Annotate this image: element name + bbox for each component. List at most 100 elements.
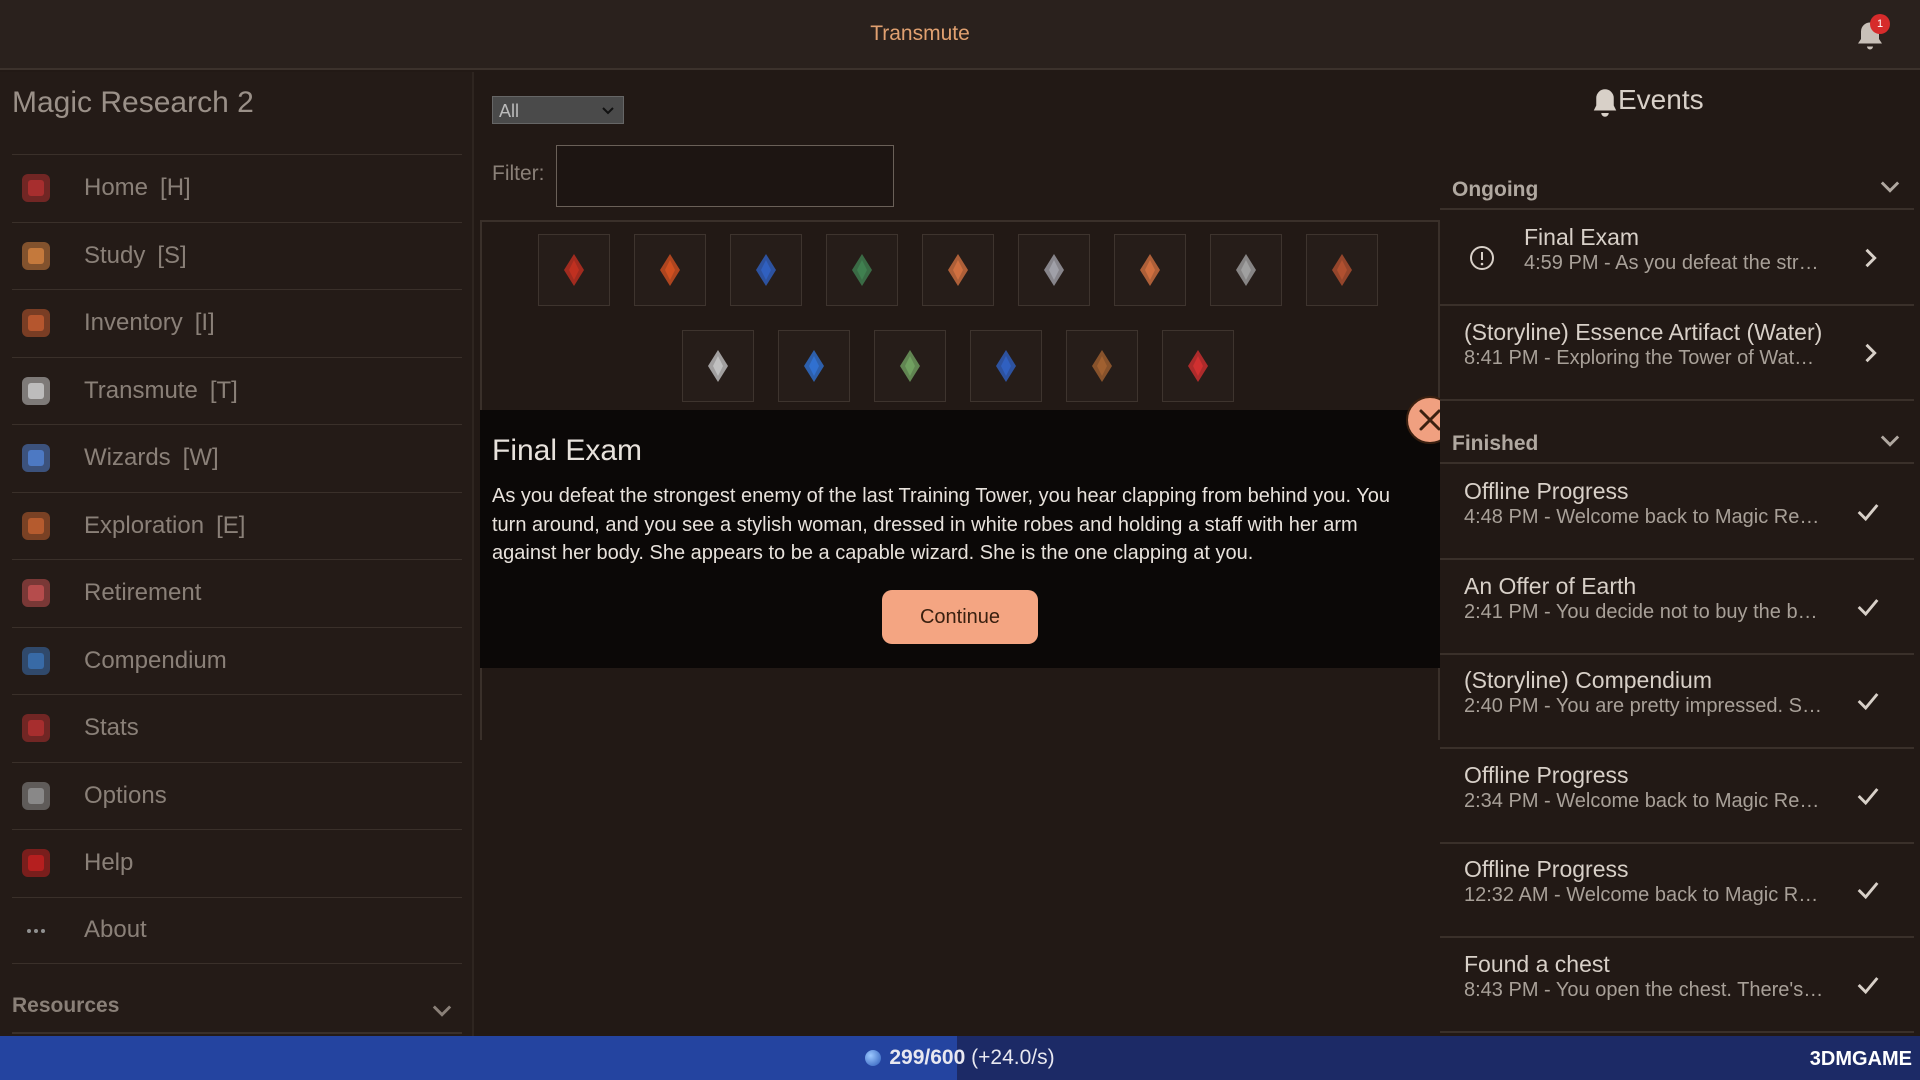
filter-label: Filter: (492, 162, 545, 185)
sidebar-item-label: Retirement (84, 579, 202, 607)
sidebar-item-label: Study (84, 241, 146, 269)
staff-icon (1140, 254, 1160, 286)
app-title: Magic Research 2 (12, 86, 254, 119)
chevron-right-icon (1865, 343, 1877, 363)
event-item[interactable]: Offline Progress 12:32 AM - Welcome back … (1440, 844, 1914, 938)
check-icon (1857, 976, 1879, 994)
mana-orb-icon (865, 1050, 882, 1066)
event-description: 4:59 PM - As you defeat the str… (1524, 252, 1819, 274)
sidebar-item-exploration[interactable]: Exploration [E] (12, 491, 462, 560)
dialog-text: As you defeat the strongest enemy of the… (492, 485, 1390, 564)
transmute-item-button[interactable] (826, 234, 898, 306)
transmute-item-button[interactable] (874, 330, 946, 402)
transmute-item-button[interactable] (538, 234, 610, 306)
sidebar-item-hotkey: [E] (216, 511, 246, 539)
finished-label: Finished (1452, 432, 1539, 455)
ongoing-section-header[interactable]: Ongoing (1440, 170, 1914, 210)
sidebar-item-hotkey: [H] (160, 174, 191, 202)
chevron-down-icon (432, 1005, 452, 1017)
chevron-down-icon (1880, 435, 1900, 447)
tunic-icon (900, 350, 920, 382)
sidebar-item-label: Transmute (84, 376, 198, 404)
event-item[interactable]: Final Exam 4:59 PM - As you defeat the st… (1440, 212, 1914, 306)
event-item[interactable]: An Offer of Earth 2:41 PM - You decide no… (1440, 561, 1914, 655)
sidebar-item-stats[interactable]: Stats (12, 694, 462, 762)
scroll-icon (14, 706, 58, 750)
event-description: 12:32 AM - Welcome back to Magic R… (1464, 884, 1819, 906)
sidebar-item-study[interactable]: Study [S] (12, 221, 462, 290)
ember-crystal-icon (660, 254, 680, 286)
check-icon (1857, 598, 1879, 616)
transmute-item-button[interactable] (634, 234, 706, 306)
check-icon (1857, 787, 1879, 805)
sidebar-item-label: Compendium (84, 646, 227, 674)
event-item[interactable]: Offline Progress 4:48 PM - Welcome back t… (1440, 466, 1914, 560)
finished-section-header[interactable]: Finished (1440, 424, 1914, 464)
sidebar-item-options[interactable]: Options (12, 761, 462, 830)
filter-input[interactable] (556, 145, 894, 207)
bag-icon (14, 301, 58, 345)
transmute-item-button[interactable] (778, 330, 850, 402)
sidebar-item-about[interactable]: About (12, 896, 462, 964)
event-item[interactable]: (Storyline) Compendium 2:40 PM - You are … (1440, 655, 1914, 749)
sidebar-item-wizards[interactable]: Wizards [W] (12, 424, 462, 492)
event-name: Found a chest (1464, 950, 1610, 977)
mana-readout: 299/600 (+24.0/s) (0, 1046, 1920, 1070)
fire-crystal-icon (564, 254, 584, 286)
events-panel: Events Ongoing Final Exam 4:59 PM - As you… (1440, 72, 1920, 1036)
transmute-item-button[interactable] (1306, 234, 1378, 306)
sidebar-item-retirement[interactable]: Retirement (12, 559, 462, 627)
sidebar-item-home[interactable]: Home [H] (12, 154, 462, 222)
sidebar-item-hotkey: [S] (157, 241, 187, 269)
watermark: 3DMGAME (1809, 1048, 1912, 1070)
chevron-down-icon (1880, 181, 1900, 193)
event-description: 2:40 PM - You are pretty impressed. S… (1464, 695, 1822, 717)
transmute-item-button[interactable] (1114, 234, 1186, 306)
transmute-item-button[interactable] (970, 330, 1042, 402)
mana-value: 299/600 (889, 1046, 966, 1069)
mana-rate: (+24.0/s) (971, 1046, 1055, 1069)
gear-icon (14, 774, 58, 818)
event-name: Offline Progress (1464, 761, 1629, 788)
sidebar-item-transmute[interactable]: Transmute [T] (12, 356, 462, 425)
event-description: 4:48 PM - Welcome back to Magic Re… (1464, 506, 1820, 528)
event-item[interactable]: Offline Progress 2:34 PM - Welcome back t… (1440, 750, 1914, 844)
water-crystal-icon (756, 254, 776, 286)
notification-badge: 1 (1870, 14, 1890, 34)
continue-button[interactable]: Continue (882, 590, 1038, 644)
transmute-item-button[interactable] (1018, 234, 1090, 306)
transmute-item-button[interactable] (1162, 330, 1234, 402)
event-item[interactable]: Found a chest 8:43 PM - You open the ches… (1440, 939, 1914, 1033)
sidebar-item-help[interactable]: Help (12, 829, 462, 897)
event-name: Final Exam (1524, 224, 1640, 250)
sidebar-item-label: Wizards (84, 444, 171, 472)
alert-circle-icon (1470, 246, 1494, 270)
event-description: 8:43 PM - You open the chest. There's… (1464, 978, 1824, 1001)
transmute-item-button[interactable] (1066, 330, 1138, 402)
sidebar-item-hotkey: [W] (182, 444, 219, 472)
check-icon (1857, 504, 1879, 522)
event-description: 2:41 PM - You decide not to buy the b… (1464, 600, 1818, 623)
transmute-item-button[interactable] (730, 234, 802, 306)
gem-icon (996, 350, 1016, 382)
transmute-item-button[interactable] (922, 234, 994, 306)
event-name: (Storyline) Essence Artifact (Water) (1464, 319, 1823, 345)
map-icon (14, 504, 58, 548)
chair-icon (14, 571, 58, 615)
transmute-item-button[interactable] (682, 330, 754, 402)
resources-header[interactable]: Resources (12, 994, 462, 1034)
pouch-icon (1092, 350, 1112, 382)
notification-bell-button[interactable]: 1 (1852, 14, 1890, 54)
sidebar: Magic Research 2 Home [H] Study [S] Inventor… (0, 72, 474, 1036)
event-item[interactable]: (Storyline) Essence Artifact (Water) 8:41… (1440, 307, 1914, 401)
events-title: Events (1618, 84, 1704, 115)
sidebar-item-label: About (84, 916, 147, 944)
question-icon (14, 841, 58, 885)
category-select[interactable]: All (492, 96, 624, 124)
sidebar-item-compendium[interactable]: Compendium (12, 626, 462, 695)
potion-icon (1188, 350, 1208, 382)
robe-icon (804, 350, 824, 382)
sidebar-item-inventory[interactable]: Inventory [I] (12, 289, 462, 357)
transmute-item-button[interactable] (1210, 234, 1282, 306)
check-icon (1857, 693, 1879, 711)
